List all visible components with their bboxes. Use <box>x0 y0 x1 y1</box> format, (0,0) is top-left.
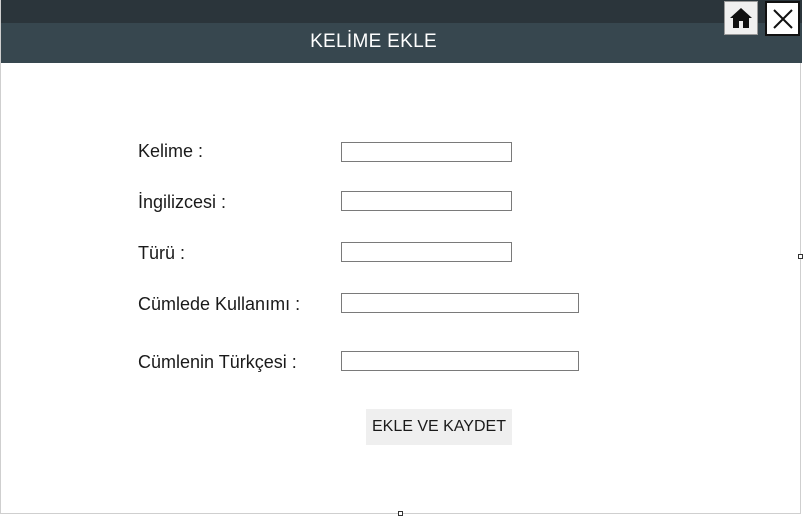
translation-input[interactable] <box>341 351 579 371</box>
usage-input[interactable] <box>341 293 579 313</box>
close-button[interactable] <box>765 1 800 36</box>
page-title: KELİME EKLE <box>310 31 437 52</box>
top-strip <box>1 0 802 23</box>
usage-label: Cümlede Kullanımı : <box>138 294 301 314</box>
translation-label: Cümlenin Türkçesi : <box>138 352 297 372</box>
app-window: KELİME EKLE Kelime : İngilizcesi : Türü … <box>0 0 802 514</box>
title-bar: KELİME EKLE <box>1 23 802 63</box>
close-icon <box>772 8 793 29</box>
word-label: Kelime : <box>138 141 204 161</box>
home-button[interactable] <box>724 1 758 35</box>
home-icon <box>730 8 752 28</box>
add-and-save-button[interactable]: EKLE VE KAYDET <box>366 409 512 445</box>
type-label: Türü : <box>138 243 186 263</box>
resize-handle-bottom[interactable] <box>398 511 403 516</box>
english-input[interactable] <box>341 191 512 211</box>
type-input[interactable] <box>341 242 512 262</box>
resize-handle-right[interactable] <box>798 254 803 259</box>
english-label: İngilizcesi : <box>138 192 227 212</box>
word-input[interactable] <box>341 142 512 162</box>
